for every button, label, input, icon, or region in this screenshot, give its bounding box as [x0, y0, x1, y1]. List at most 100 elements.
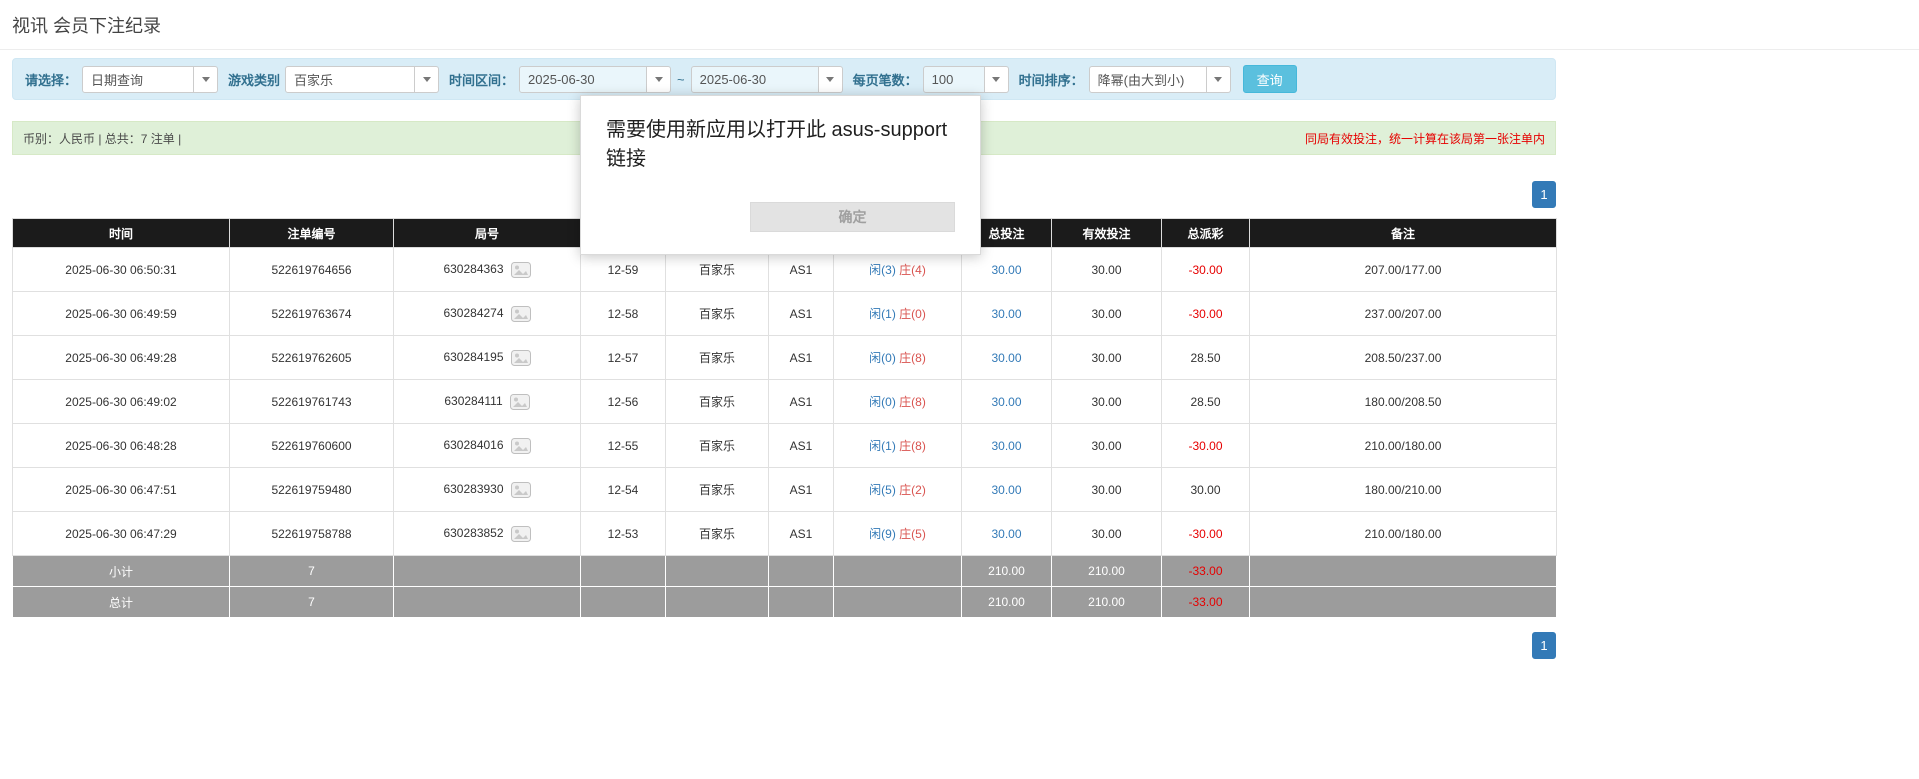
- cell-time: 2025-06-30 06:47:51: [13, 468, 230, 512]
- cell-totals-total-bet: 210.00: [962, 587, 1052, 618]
- search-button[interactable]: 查询: [1243, 65, 1297, 93]
- cell-remark: 180.00/208.50: [1250, 380, 1557, 424]
- game-category-combo: [285, 66, 439, 93]
- cell-result: 闲(1) 庄(0): [834, 292, 962, 336]
- player-result: 闲(1): [869, 439, 896, 453]
- banker-result: 庄(8): [899, 395, 926, 409]
- round-detail-icon[interactable]: [511, 438, 531, 454]
- select-type-input[interactable]: [82, 66, 194, 93]
- round-detail-icon[interactable]: [511, 350, 531, 366]
- cell-round-no: 630284195: [394, 336, 581, 380]
- round-detail-icon[interactable]: [511, 262, 531, 278]
- select-type-label: 请选择：: [25, 70, 77, 89]
- caret-down-icon: [1214, 77, 1222, 82]
- cell-totals-count: 7: [230, 587, 394, 618]
- cell-round-no: 630283852: [394, 512, 581, 556]
- round-detail-icon[interactable]: [511, 306, 531, 322]
- cell-remark: 210.00/180.00: [1250, 512, 1557, 556]
- summary-note: 同局有效投注，统一计算在该局第一张注单内: [1305, 130, 1545, 147]
- cell-total-bet: 30.00: [962, 380, 1052, 424]
- cell-payout: 30.00: [1162, 468, 1250, 512]
- page-size-dropdown[interactable]: [985, 66, 1009, 93]
- total-bet-link[interactable]: 30.00: [991, 307, 1021, 321]
- date-to-input[interactable]: [691, 66, 819, 93]
- cell-time: 2025-06-30 06:49:59: [13, 292, 230, 336]
- cell-total-bet: 30.00: [962, 424, 1052, 468]
- cell-round-no: 630284016: [394, 424, 581, 468]
- banker-result: 庄(5): [899, 527, 926, 541]
- cell-result: 闲(0) 庄(8): [834, 380, 962, 424]
- banker-result: 庄(2): [899, 483, 926, 497]
- page-1-button[interactable]: 1: [1532, 181, 1556, 208]
- summary-currency-count: 币别：人民币 | 总共：7 注单 |: [23, 130, 181, 147]
- cell-bet-id: 522619758788: [230, 512, 394, 556]
- confirm-button[interactable]: 确定: [750, 202, 955, 232]
- date-from-combo: [519, 66, 671, 93]
- totals-row: 小计 7 210.00 210.00 -33.00: [13, 556, 1557, 587]
- select-type-combo: [82, 66, 218, 93]
- cell-totals-valid-bet: 210.00: [1052, 587, 1162, 618]
- col-header-remark: 备注: [1250, 219, 1557, 248]
- cell-total-bet: 30.00: [962, 292, 1052, 336]
- cell-payout: 28.50: [1162, 336, 1250, 380]
- date-from-dropdown[interactable]: [647, 66, 671, 93]
- cell-round-no: 630284111: [394, 380, 581, 424]
- cell-shoe-round: 12-55: [581, 424, 666, 468]
- game-category-input[interactable]: [285, 66, 415, 93]
- cell-shoe-round: 12-56: [581, 380, 666, 424]
- col-header-round-no: 局号: [394, 219, 581, 248]
- cell-payout: -30.00: [1162, 512, 1250, 556]
- cell-remark: 237.00/207.00: [1250, 292, 1557, 336]
- date-to-dropdown[interactable]: [819, 66, 843, 93]
- cell-result: 闲(9) 庄(5): [834, 512, 962, 556]
- round-detail-icon[interactable]: [510, 394, 530, 410]
- banker-result: 庄(8): [899, 351, 926, 365]
- totals-row: 总计 7 210.00 210.00 -33.00: [13, 587, 1557, 618]
- cell-payout: -30.00: [1162, 248, 1250, 292]
- game-category-dropdown[interactable]: [415, 66, 439, 93]
- cell-valid-bet: 30.00: [1052, 292, 1162, 336]
- round-detail-icon[interactable]: [511, 482, 531, 498]
- cell-table-no: AS1: [769, 292, 834, 336]
- date-from-input[interactable]: [519, 66, 647, 93]
- time-sort-dropdown[interactable]: [1207, 66, 1231, 93]
- total-bet-link[interactable]: 30.00: [991, 527, 1021, 541]
- total-bet-link[interactable]: 30.00: [991, 439, 1021, 453]
- cell-table-no: AS1: [769, 336, 834, 380]
- page-size-input[interactable]: [923, 66, 985, 93]
- cell-total-bet: 30.00: [962, 468, 1052, 512]
- open-app-dialog: 需要使用新应用以打开此 asus-support 链接 确定: [580, 95, 981, 255]
- cell-totals-count: 7: [230, 556, 394, 587]
- cell-result: 闲(5) 庄(2): [834, 468, 962, 512]
- time-sort-input[interactable]: [1089, 66, 1207, 93]
- game-category-label: 游戏类别: [228, 70, 280, 89]
- cell-table-no: AS1: [769, 424, 834, 468]
- cell-time: 2025-06-30 06:47:29: [13, 512, 230, 556]
- caret-down-icon: [423, 77, 431, 82]
- round-detail-icon[interactable]: [511, 526, 531, 542]
- cell-totals-total-bet: 210.00: [962, 556, 1052, 587]
- total-bet-link[interactable]: 30.00: [991, 351, 1021, 365]
- banker-result: 庄(4): [899, 263, 926, 277]
- total-bet-link[interactable]: 30.00: [991, 483, 1021, 497]
- select-type-dropdown[interactable]: [194, 66, 218, 93]
- cell-valid-bet: 30.00: [1052, 380, 1162, 424]
- cell-total-bet: 30.00: [962, 512, 1052, 556]
- page-1-button[interactable]: 1: [1532, 632, 1556, 659]
- cell-game: 百家乐: [666, 292, 769, 336]
- total-bet-link[interactable]: 30.00: [991, 395, 1021, 409]
- cell-shoe-round: 12-53: [581, 512, 666, 556]
- cell-bet-id: 522619761743: [230, 380, 394, 424]
- player-result: 闲(0): [869, 351, 896, 365]
- cell-shoe-round: 12-58: [581, 292, 666, 336]
- date-to-combo: [691, 66, 843, 93]
- time-sort-combo: [1089, 66, 1231, 93]
- cell-shoe-round: 12-57: [581, 336, 666, 380]
- total-bet-link[interactable]: 30.00: [991, 263, 1021, 277]
- player-result: 闲(1): [869, 307, 896, 321]
- banker-result: 庄(8): [899, 439, 926, 453]
- cell-valid-bet: 30.00: [1052, 424, 1162, 468]
- time-sort-label: 时间排序：: [1019, 70, 1084, 89]
- cell-shoe-round: 12-54: [581, 468, 666, 512]
- col-header-payout: 总派彩: [1162, 219, 1250, 248]
